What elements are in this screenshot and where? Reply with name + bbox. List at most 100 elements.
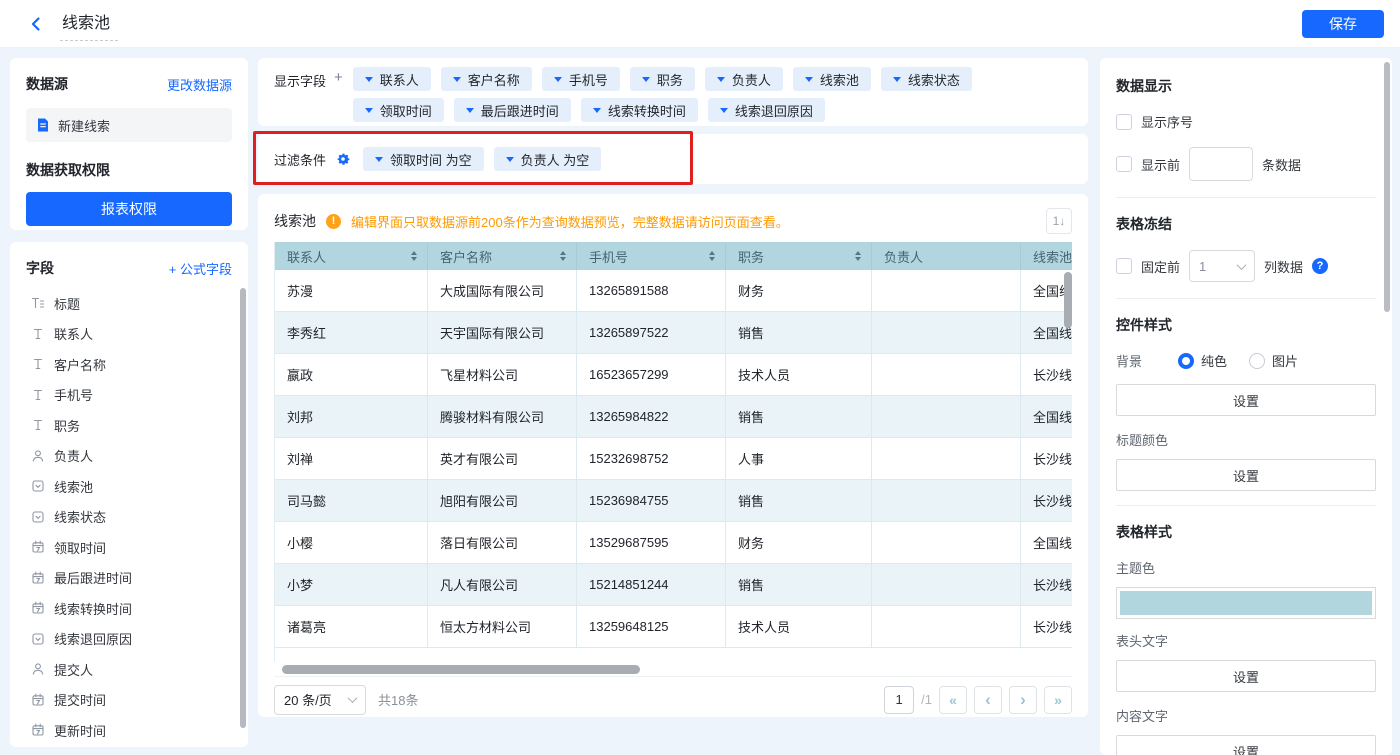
change-datasource-link[interactable]: 更改数据源: [167, 75, 232, 94]
chip-label: 客户名称: [468, 70, 520, 89]
chevron-down-icon: [1237, 260, 1247, 270]
text-field-icon: [30, 357, 45, 372]
fields-title: 字段: [26, 258, 54, 278]
column-header[interactable]: 负责人: [872, 242, 1021, 270]
display-field-chip[interactable]: 线索退回原因: [708, 98, 825, 122]
table-row[interactable]: 小樱落日有限公司13529687595财务全国线索池: [275, 522, 1072, 564]
image-radio[interactable]: 图片: [1249, 351, 1298, 370]
display-field-chip[interactable]: 联系人: [353, 67, 431, 91]
column-header[interactable]: 客户名称: [428, 242, 577, 270]
filter-condition-chips: 领取时间 为空负责人 为空: [363, 147, 601, 171]
freeze-count-select[interactable]: 1: [1189, 250, 1255, 282]
table-row[interactable]: 刘禅英才有限公司15232698752人事长沙线索池: [275, 438, 1072, 480]
column-header[interactable]: 联系人: [275, 242, 428, 270]
display-field-chip[interactable]: 领取时间: [353, 98, 444, 122]
show-first-checkbox[interactable]: [1116, 156, 1132, 172]
column-header[interactable]: 职务: [726, 242, 872, 270]
solid-color-radio[interactable]: 纯色: [1178, 351, 1227, 370]
field-item-label: 手机号: [54, 385, 93, 404]
show-first-count-input[interactable]: [1189, 147, 1253, 181]
column-header[interactable]: 手机号: [577, 242, 726, 270]
field-item[interactable]: 提交时间: [26, 689, 232, 711]
sort-arrows-icon[interactable]: [855, 251, 861, 261]
display-field-chip[interactable]: 手机号: [542, 67, 620, 91]
sort-arrows-icon[interactable]: [709, 251, 715, 261]
display-field-chip[interactable]: 负责人: [705, 67, 783, 91]
field-item[interactable]: 更新时间: [26, 719, 232, 741]
table-panel: 线索池 ! 编辑界面只取数据源前200条作为查询数据预览，完整数据请访问页面查看…: [258, 194, 1088, 717]
table-cell: [872, 438, 1021, 480]
background-set-button[interactable]: 设置: [1116, 384, 1376, 416]
chip-label: 最后跟进时间: [481, 101, 559, 120]
table-row[interactable]: 司马懿旭阳有限公司15236984755销售长沙线索池: [275, 480, 1072, 522]
display-field-chip[interactable]: 线索转换时间: [581, 98, 698, 122]
page-title[interactable]: 线索池: [60, 7, 118, 41]
table-row[interactable]: 小梦凡人有限公司15214851244销售长沙线索池: [275, 564, 1072, 606]
filter-condition-chip[interactable]: 领取时间 为空: [363, 147, 484, 171]
field-item[interactable]: 最后跟进时间: [26, 567, 232, 589]
table-row[interactable]: 刘邦腾骏材料有限公司13265984822销售全国线索池: [275, 396, 1072, 438]
field-item[interactable]: 联系人: [26, 323, 232, 345]
column-header[interactable]: 线索池: [1021, 242, 1072, 270]
fields-scrollbar[interactable]: [240, 288, 246, 728]
chevron-down-icon: [466, 108, 474, 113]
add-display-field-button[interactable]: +: [334, 71, 343, 85]
display-field-chip[interactable]: 职务: [630, 67, 695, 91]
settings-scrollbar[interactable]: [1384, 62, 1390, 312]
chevron-down-icon: [506, 157, 514, 162]
field-item[interactable]: 标题: [26, 292, 232, 314]
table-horizontal-scrollbar[interactable]: [282, 665, 640, 674]
field-item[interactable]: 线索状态: [26, 506, 232, 528]
theme-color-picker[interactable]: [1116, 587, 1376, 619]
field-item[interactable]: 手机号: [26, 384, 232, 406]
display-field-chip[interactable]: 线索状态: [881, 67, 972, 91]
field-item[interactable]: 负责人: [26, 445, 232, 467]
help-icon[interactable]: ?: [1312, 258, 1328, 274]
prev-page-button[interactable]: [974, 686, 1002, 714]
table-cell: 诸葛亮: [275, 606, 428, 648]
table-row[interactable]: 诸葛亮恒太方材料公司13259648125技术人员长沙线索池: [275, 606, 1072, 648]
table-row[interactable]: 苏漫大成国际有限公司13265891588财务全国线索池: [275, 270, 1072, 312]
field-item[interactable]: 线索池: [26, 475, 232, 497]
field-item-label: 线索池: [54, 477, 93, 496]
display-field-chip[interactable]: 客户名称: [441, 67, 532, 91]
theme-color-swatch: [1120, 591, 1372, 615]
table-row[interactable]: 嬴政飞星材料公司16523657299技术人员长沙线索池: [275, 354, 1072, 396]
display-field-chip[interactable]: 最后跟进时间: [454, 98, 571, 122]
field-item[interactable]: 提交人: [26, 658, 232, 680]
last-page-button[interactable]: [1044, 686, 1072, 714]
page-number-input[interactable]: [884, 686, 914, 714]
field-item[interactable]: 线索转换时间: [26, 597, 232, 619]
first-page-button[interactable]: [939, 686, 967, 714]
field-item[interactable]: 线索退回原因: [26, 628, 232, 650]
field-item[interactable]: 领取时间: [26, 536, 232, 558]
gear-icon[interactable]: [335, 151, 351, 167]
field-item-label: 线索退回原因: [54, 629, 132, 648]
field-item-label: 职务: [54, 416, 80, 435]
table-row[interactable]: 李秀红天宇国际有限公司13265897522销售全国线索池: [275, 312, 1072, 354]
sort-arrows-icon[interactable]: [560, 251, 566, 261]
pagination-bar: 20 条/页 共18条 /1: [274, 676, 1072, 722]
field-item[interactable]: 客户名称: [26, 353, 232, 375]
display-field-chip[interactable]: 线索池: [793, 67, 871, 91]
header-text-set-button[interactable]: 设置: [1116, 660, 1376, 692]
title-field-icon: [30, 296, 45, 311]
report-permission-button[interactable]: 报表权限: [26, 192, 232, 226]
datasource-item[interactable]: 新建线索: [26, 108, 232, 142]
add-formula-field-link[interactable]: + 公式字段: [169, 259, 232, 278]
table-cell: 嬴政: [275, 354, 428, 396]
page-size-select[interactable]: 20 条/页: [274, 685, 366, 715]
back-button[interactable]: [28, 16, 44, 32]
next-page-button[interactable]: [1009, 686, 1037, 714]
content-text-set-button[interactable]: 设置: [1116, 735, 1376, 755]
cols-suffix-label: 列数据: [1264, 257, 1303, 276]
show-index-checkbox[interactable]: [1116, 114, 1132, 130]
save-button[interactable]: 保存: [1302, 10, 1384, 38]
sort-arrows-icon[interactable]: [411, 251, 417, 261]
field-item[interactable]: 职务: [26, 414, 232, 436]
filter-condition-chip[interactable]: 负责人 为空: [494, 147, 602, 171]
table-vertical-scrollbar[interactable]: [1064, 272, 1072, 328]
sort-order-icon[interactable]: 1↓: [1046, 208, 1072, 234]
freeze-columns-checkbox[interactable]: [1116, 258, 1132, 274]
title-color-set-button[interactable]: 设置: [1116, 459, 1376, 491]
